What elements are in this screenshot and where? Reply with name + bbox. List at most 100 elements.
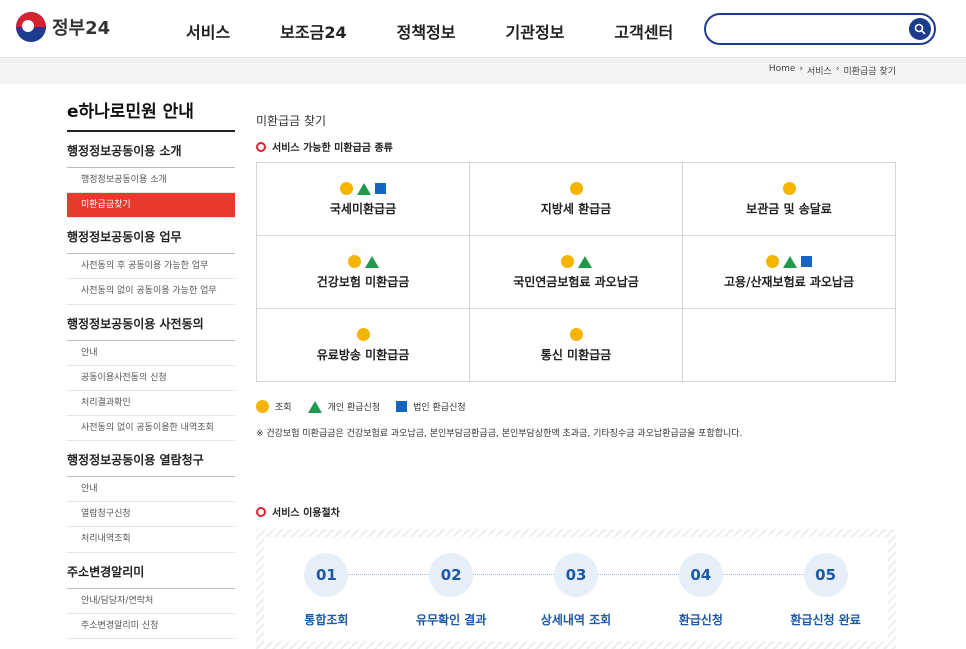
step-number: 03 bbox=[554, 553, 598, 597]
sidebar-group[interactable]: 행정정보공동이용 사전동의 bbox=[67, 305, 235, 341]
step-number: 05 bbox=[803, 553, 848, 597]
search-button[interactable] bbox=[909, 18, 931, 40]
section-heading: 서비스 가능한 미환급금 종류 bbox=[256, 139, 896, 154]
triangle-icon bbox=[577, 255, 592, 268]
square-icon bbox=[801, 256, 812, 267]
legend-item: 개인 환급신청 bbox=[307, 400, 381, 413]
step-number: 02 bbox=[429, 553, 474, 597]
process-box: 01 통합조회 02 유무확인 결과 03 상세내역 조회 04 환급신청 05 환급신청 완료 bbox=[256, 529, 896, 649]
refund-type-cell[interactable]: 건강보험 미환급금 bbox=[257, 236, 470, 309]
service-marks bbox=[347, 255, 379, 269]
refund-type-cell[interactable]: 고용/산재보험료 과오납금 bbox=[683, 236, 896, 309]
step-label: 환급신청 bbox=[678, 613, 723, 627]
breadcrumb: Home › 서비스 › 미환급금 찾기 bbox=[769, 64, 896, 77]
legend: 조회 개인 환급신청 법인 환급신청 bbox=[256, 400, 896, 413]
refund-type-label: 보관금 및 송달료 bbox=[746, 201, 832, 216]
circle-icon bbox=[256, 400, 269, 413]
main-nav: 서비스 보조금24 정책정보 기관정보 고객센터 bbox=[186, 19, 723, 43]
sidebar-group[interactable]: 행정정보공동이용 소개 bbox=[67, 132, 235, 168]
process-step: 01 통합조회 bbox=[266, 553, 386, 628]
circle-icon bbox=[766, 255, 779, 268]
taegeuk-logo-icon bbox=[16, 12, 46, 42]
sidebar-group[interactable]: 주소변경알리미 bbox=[67, 553, 235, 589]
triangle-icon bbox=[307, 400, 322, 413]
process-step: 02 유무확인 결과 bbox=[391, 553, 511, 628]
triangle-icon bbox=[364, 255, 379, 268]
nav-item-support[interactable]: 고객센터 bbox=[614, 19, 673, 43]
circle-icon bbox=[782, 182, 796, 195]
circle-icon bbox=[347, 255, 361, 268]
search-icon bbox=[914, 23, 926, 35]
section-title: 서비스 가능한 미환급금 종류 bbox=[272, 143, 393, 154]
refund-type-label: 고용/산재보험료 과오납금 bbox=[723, 274, 854, 289]
sidebar-item[interactable]: 안내 bbox=[67, 341, 235, 366]
process-step: 05 환급신청 완료 bbox=[766, 553, 886, 628]
square-icon bbox=[396, 401, 408, 412]
sidebar-item[interactable]: 주소변경알리미 신청 bbox=[67, 614, 235, 639]
step-label: 통합조회 bbox=[304, 613, 349, 627]
sidebar-item[interactable]: 사전동의 후 공동이용 가능한 업무 bbox=[67, 254, 235, 280]
refund-type-cell[interactable]: 보관금 및 송달료 bbox=[683, 163, 896, 236]
refund-type-cell[interactable]: 국세미환급금 bbox=[257, 163, 470, 236]
chevron-right-icon: › bbox=[835, 64, 840, 74]
sidebar-item[interactable]: 사전동의 없이 공동이용 가능한 업무 bbox=[67, 279, 235, 305]
sidebar-item[interactable]: 공동이용사전동의 신청 bbox=[67, 366, 235, 391]
nav-item-policy[interactable]: 정책정보 bbox=[397, 19, 456, 43]
sidebar-group[interactable]: 행정정보공동이용 업무 bbox=[67, 218, 235, 255]
refund-type-grid: 국세미환급금 지방세 환급금 보관금 및 송달료건강보험 미환급금 국민연금보험료 과… bbox=[256, 162, 896, 382]
note-text: ※ 건강보험 미환급금은 건강보험료 과오납금, 본인부담금환급금, 본인부담상… bbox=[256, 429, 743, 439]
nav-item-agency[interactable]: 기관정보 bbox=[506, 19, 565, 43]
service-marks bbox=[569, 328, 583, 342]
step-number: 01 bbox=[304, 553, 349, 597]
refund-type-label: 국민연금보험료 과오납금 bbox=[513, 274, 639, 289]
legend-label: 법인 환급신청 bbox=[413, 403, 466, 413]
page-title: 미환급금 찾기 bbox=[256, 114, 327, 128]
refund-type-label: 지방세 환급금 bbox=[540, 201, 612, 216]
service-marks bbox=[340, 182, 386, 196]
sidebar-item[interactable]: 열람청구신청 bbox=[67, 502, 235, 528]
refund-type-label: 건강보험 미환급금 bbox=[316, 274, 410, 289]
legend-item: 조회 bbox=[256, 400, 292, 413]
nav-item-subsidy[interactable]: 보조금24 bbox=[280, 19, 346, 43]
sidebar-item[interactable]: 처리내역조회 bbox=[67, 527, 235, 553]
bullet-circle-icon bbox=[256, 141, 266, 152]
triangle-icon bbox=[783, 255, 797, 268]
refund-type-cell bbox=[683, 309, 896, 382]
refund-type-cell[interactable]: 통신 미환급금 bbox=[470, 309, 683, 382]
bullet-circle-icon bbox=[256, 506, 266, 517]
refund-type-cell[interactable]: 유료방송 미환급금 bbox=[257, 309, 470, 382]
legend-label: 조회 bbox=[275, 403, 292, 413]
circle-icon bbox=[340, 182, 353, 195]
logo-text: 정부24 bbox=[52, 18, 111, 39]
sidebar-group[interactable]: 행정정보공동이용 열람청구 bbox=[67, 441, 235, 478]
refund-type-cell[interactable]: 국민연금보험료 과오납금 bbox=[470, 236, 683, 309]
breadcrumb-home[interactable]: Home bbox=[769, 64, 796, 77]
logo[interactable]: 정부24 bbox=[16, 12, 110, 42]
search-input[interactable] bbox=[718, 20, 898, 38]
breadcrumb-current: 미환급금 찾기 bbox=[843, 67, 896, 77]
legend-label: 개인 환급신청 bbox=[327, 403, 381, 413]
header: 정부24 서비스 보조금24 정책정보 기관정보 고객센터 bbox=[0, 0, 966, 58]
sidebar-item-active[interactable]: 미환급금찾기 bbox=[67, 193, 235, 219]
process-steps: 01 통합조회 02 유무확인 결과 03 상세내역 조회 04 환급신청 05 환급신청 완료 bbox=[264, 537, 888, 641]
service-marks bbox=[560, 255, 592, 269]
sidebar-item[interactable]: 처리결과확인 bbox=[67, 391, 235, 416]
process-step: 03 상세내역 조회 bbox=[516, 553, 636, 628]
service-marks bbox=[766, 255, 812, 269]
circle-icon bbox=[356, 328, 370, 341]
section-title: 서비스 이용절차 bbox=[272, 508, 340, 519]
breadcrumb-service[interactable]: 서비스 bbox=[807, 64, 832, 77]
refund-type-cell[interactable]: 지방세 환급금 bbox=[470, 163, 683, 236]
nav-item-service[interactable]: 서비스 bbox=[186, 19, 230, 43]
triangle-icon bbox=[357, 182, 371, 195]
circle-icon bbox=[560, 255, 574, 268]
refund-type-label: 유료방송 미환급금 bbox=[316, 347, 410, 362]
legend-item: 법인 환급신청 bbox=[396, 400, 466, 413]
sidebar-item[interactable]: 행정정보공동이용 소개 bbox=[67, 168, 235, 194]
sidebar-item[interactable]: 안내 bbox=[67, 477, 235, 503]
refund-type-label: 국세미환급금 bbox=[329, 201, 397, 216]
sidebar-item[interactable]: 사전동의 없이 공동이용한 내역조회 bbox=[67, 416, 235, 442]
step-label: 유무확인 결과 bbox=[415, 613, 487, 627]
sidebar-item[interactable]: 안내/담당자/연락처 bbox=[67, 589, 235, 614]
step-label: 환급신청 완료 bbox=[790, 613, 861, 627]
